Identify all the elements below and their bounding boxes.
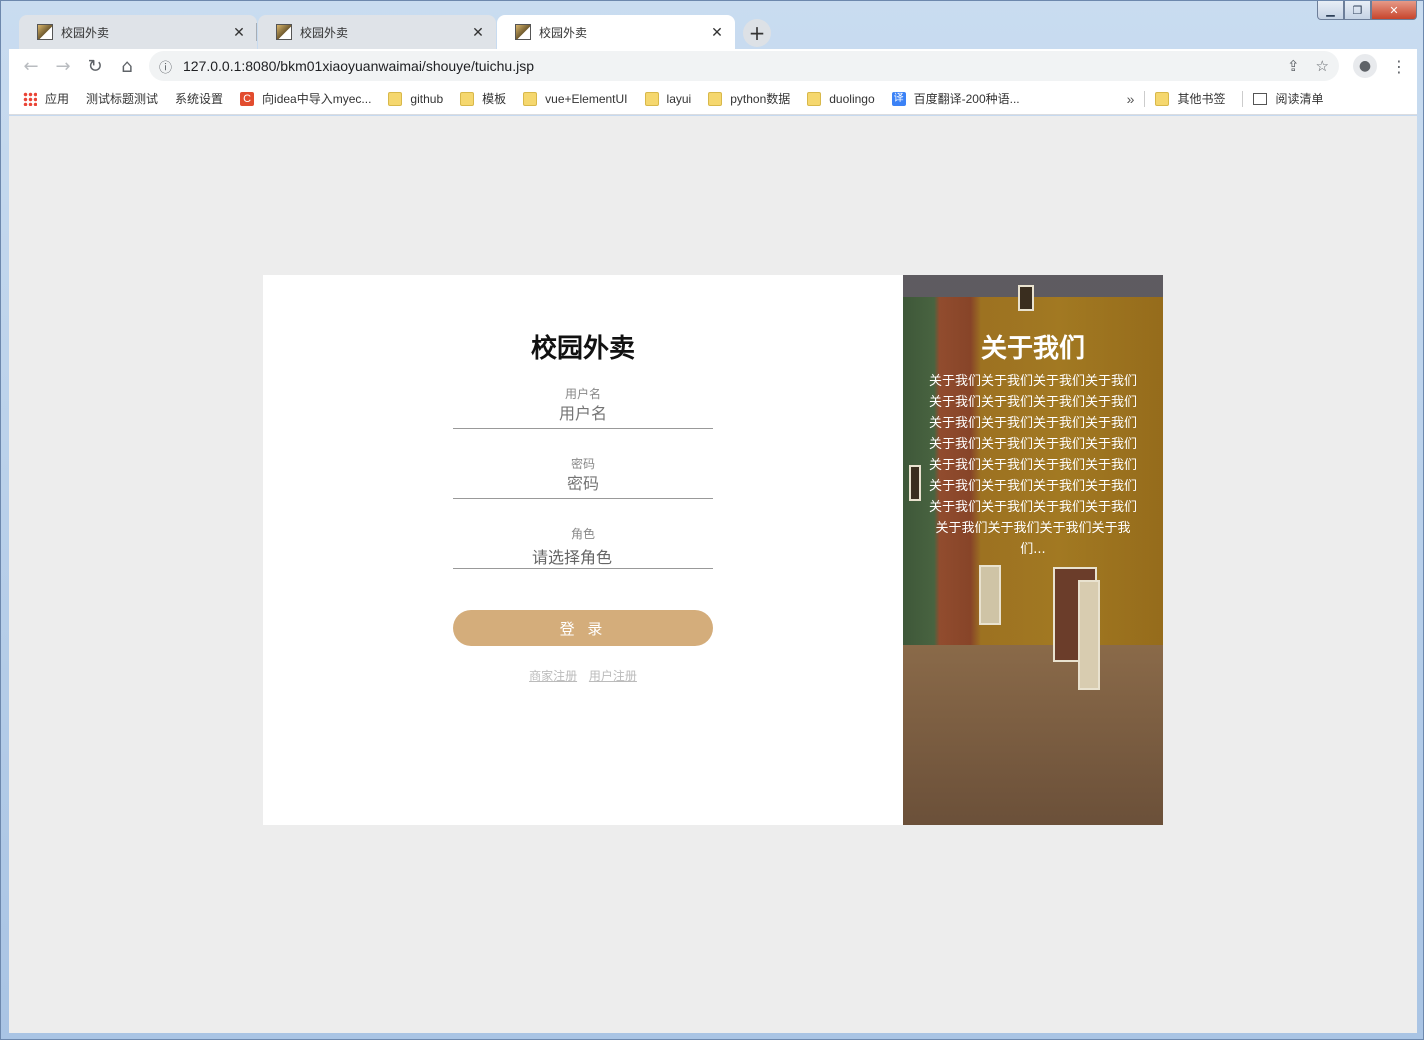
bookmark-label: duolingo <box>829 91 875 106</box>
folder-icon <box>388 91 403 106</box>
other-bookmarks[interactable]: 其他书签 <box>1155 90 1225 107</box>
tab-3-active[interactable]: 校园外卖 ✕ <box>497 15 735 49</box>
bookmark-folder[interactable]: duolingo <box>807 91 875 106</box>
page-content: 校园外卖 用户名 密码 角色 请选择角色 登 录 商家注册 用户注册 <box>9 116 1417 1033</box>
browser-window: ▁ ❐ ✕ 校园外卖 ✕ 校园外卖 ✕ 校园外卖 ✕ + ← → ↻ ⌂ ⓘ 1… <box>0 0 1424 1040</box>
bookmark-folder[interactable]: layui <box>644 91 692 106</box>
bookmarks-bar: 应用 测试标题测试 系统设置 C 向idea中导入myec... github … <box>9 83 1417 212</box>
bookmark-divider <box>1144 90 1146 107</box>
back-arrow-icon[interactable]: ← <box>15 50 47 82</box>
more-bookmarks-icon[interactable]: » <box>1127 91 1135 107</box>
menu-dots-icon[interactable]: ⋮ <box>1391 57 1407 76</box>
tab-close-icon[interactable]: ✕ <box>709 24 725 41</box>
bookmark-item[interactable]: 译 百度翻译-200种语... <box>891 90 1020 107</box>
site-info-icon[interactable]: ⓘ <box>159 57 183 76</box>
bookmark-folder[interactable]: 模板 <box>460 90 506 107</box>
tab-strip: 校园外卖 ✕ 校园外卖 ✕ 校园外卖 ✕ + <box>9 13 1417 49</box>
bookmark-divider <box>1242 90 1244 107</box>
reading-list-icon <box>1253 92 1268 105</box>
home-icon[interactable]: ⌂ <box>111 50 143 82</box>
password-label: 密码 <box>570 457 595 471</box>
url-text[interactable]: 127.0.0.1:8080/bkm01xiaoyuanwaimai/shouy… <box>183 58 1271 74</box>
bookmark-label: 测试标题测试 <box>86 92 159 106</box>
tab-separator <box>256 23 257 41</box>
reload-icon[interactable]: ↻ <box>79 50 111 82</box>
folder-icon <box>523 91 538 106</box>
reading-list[interactable]: 阅读清单 <box>1253 90 1323 107</box>
bookmark-label: 系统设置 <box>175 92 224 106</box>
translate-icon: 译 <box>891 91 906 106</box>
favicon-icon <box>276 24 292 40</box>
page-title: 校园外卖 <box>530 334 635 364</box>
user-register-link[interactable]: 用户注册 <box>589 669 637 683</box>
bookmark-label: python数据 <box>730 92 791 106</box>
bookmark-item[interactable]: 系统设置 <box>17 90 224 212</box>
bookmark-label: 百度翻译-200种语... <box>913 92 1020 106</box>
username-label: 用户名 <box>564 387 601 401</box>
role-select[interactable]: 请选择角色 <box>453 544 713 568</box>
reading-list-label: 阅读清单 <box>1275 92 1324 106</box>
bookmark-label: 应用 <box>45 92 70 106</box>
login-button[interactable]: 登 录 <box>453 610 713 646</box>
bookmark-label: vue+ElementUI <box>545 91 628 106</box>
tab-close-icon[interactable]: ✕ <box>231 24 247 41</box>
folder-icon <box>644 91 659 106</box>
about-panel: 关于我们 关于我们关于我们关于我们关于我们关于我们关于我们关于我们关于我们关于我… <box>903 275 1163 825</box>
csdn-icon: C <box>240 91 255 106</box>
browser-toolbar: ← → ↻ ⌂ ⓘ 127.0.0.1:8080/bkm01xiaoyuanwa… <box>9 49 1417 83</box>
bookmark-item[interactable]: C 向idea中导入myec... <box>240 90 371 107</box>
about-title: 关于我们 <box>980 334 1085 364</box>
tab-1[interactable]: 校园外卖 ✕ <box>19 15 257 49</box>
tab-title: 校园外卖 <box>539 25 588 40</box>
share-icon[interactable]: ⇪ <box>1287 57 1300 75</box>
tab-title: 校园外卖 <box>300 25 349 40</box>
username-input[interactable] <box>453 404 713 423</box>
folder-icon <box>807 91 822 106</box>
apps-grid-icon <box>23 91 37 106</box>
merchant-register-link[interactable]: 商家注册 <box>529 669 577 683</box>
street-background <box>903 645 1163 825</box>
bookmark-star-icon[interactable]: ☆ <box>1316 57 1329 75</box>
tab-close-icon[interactable]: ✕ <box>470 24 486 41</box>
folder-icon <box>708 91 723 106</box>
building-window <box>1018 285 1034 311</box>
bookmark-label: github <box>410 91 444 106</box>
register-links: 商家注册 用户注册 <box>263 667 903 684</box>
building-window <box>1078 580 1100 690</box>
address-bar[interactable]: ⓘ 127.0.0.1:8080/bkm01xiaoyuanwaimai/sho… <box>149 51 1339 81</box>
building-window <box>909 465 921 501</box>
building-window <box>979 565 1001 625</box>
about-text: 关于我们关于我们关于我们关于我们关于我们关于我们关于我们关于我们关于我们关于我们… <box>928 374 1137 557</box>
bookmark-label: 向idea中导入myec... <box>262 92 372 106</box>
username-field: 用户名 <box>453 385 713 429</box>
role-label: 角色 <box>570 527 595 541</box>
bookmark-apps[interactable]: 应用 <box>23 90 69 107</box>
role-field: 角色 请选择角色 <box>453 525 713 569</box>
password-input[interactable] <box>453 474 713 493</box>
bookmark-label: 模板 <box>482 92 507 106</box>
profile-avatar-icon[interactable]: ● <box>1353 54 1377 78</box>
favicon-icon <box>37 24 53 40</box>
tab-2[interactable]: 校园外卖 ✕ <box>258 15 496 49</box>
favicon-icon <box>515 24 531 40</box>
bookmark-folder[interactable]: vue+ElementUI <box>523 91 628 106</box>
forward-arrow-icon[interactable]: → <box>47 50 79 82</box>
bookmark-folder[interactable]: python数据 <box>708 90 790 107</box>
password-field: 密码 <box>453 455 713 499</box>
folder-icon <box>1155 91 1170 106</box>
bookmark-item[interactable]: 测试标题测试 <box>17 90 159 212</box>
new-tab-icon[interactable]: + <box>743 19 771 47</box>
folder-icon <box>460 91 475 106</box>
bookmark-label: layui <box>666 91 692 106</box>
tab-title: 校园外卖 <box>61 25 110 40</box>
login-card: 校园外卖 用户名 密码 角色 请选择角色 登 录 商家注册 用户注册 <box>263 275 903 825</box>
other-bookmarks-label: 其他书签 <box>1177 92 1226 106</box>
bookmark-folder[interactable]: github <box>388 91 444 106</box>
